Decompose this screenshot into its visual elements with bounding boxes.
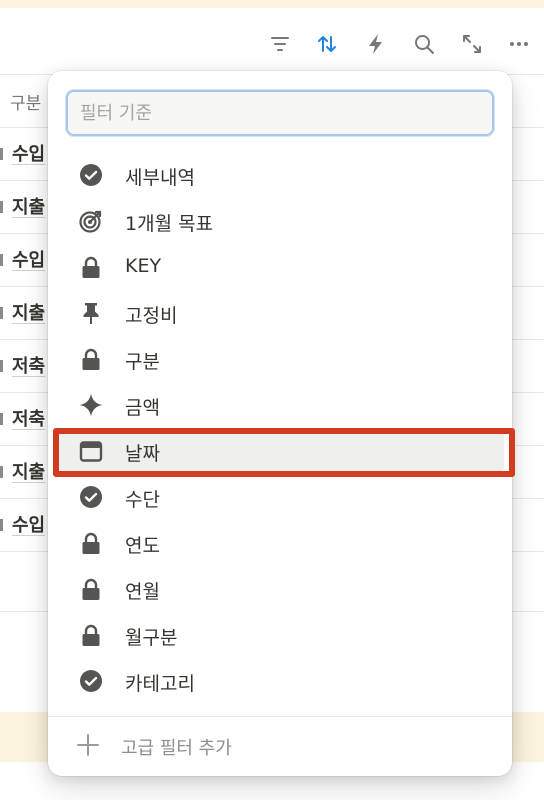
table-cell[interactable]: 수입 [12,246,45,272]
filter-option-label: 월구분 [125,627,178,649]
row-marker [0,201,3,213]
row-marker [0,466,3,478]
filter-search-input[interactable] [68,92,492,134]
filter-option-label: 고정비 [125,305,178,327]
filter-option-date[interactable]: 날짜 [56,429,504,473]
filter-option-label: 금액 [125,397,160,419]
filter-option-year[interactable]: 연도 [56,521,504,565]
lock-icon [78,530,104,556]
filter-option-label: 수단 [125,489,160,511]
filter-option-label: 구분 [125,351,160,373]
lock-icon [78,576,104,602]
column-header-category[interactable]: 구분 [10,89,41,114]
table-cell[interactable]: 지출 [12,299,45,325]
check-circle-icon [78,668,104,694]
filter-option-label: KEY [125,255,162,277]
automation-icon[interactable] [362,30,390,58]
filter-search-box[interactable] [66,90,494,136]
row-marker [0,413,3,425]
more-icon[interactable] [505,30,533,58]
row-marker [0,519,3,531]
add-advanced-filter-button[interactable]: 고급 필터 추가 [56,722,504,768]
lock-icon [78,254,104,280]
search-icon[interactable] [410,30,438,58]
filter-option-label: 연도 [125,535,160,557]
table-cell[interactable]: 저축 [12,405,45,431]
menu-divider [48,716,512,717]
row-marker [0,360,3,372]
row-marker [0,307,3,319]
table-cell[interactable]: 지출 [12,458,45,484]
pin-icon [78,300,104,326]
filter-option-label: 세부내역 [125,167,195,189]
filter-option-label: 날짜 [125,443,160,465]
calendar-icon [78,438,104,464]
sort-icon[interactable] [313,30,341,58]
plus-icon [76,733,100,757]
sparkle-icon [78,392,104,418]
table-cell[interactable]: 지출 [12,193,45,219]
filter-option-fixed-cost[interactable]: 고정비 [56,291,504,335]
database-toolbar [0,8,544,74]
filter-option-monthly-goal[interactable]: 1개월 목표 [56,199,504,243]
row-marker [0,148,3,160]
table-cell[interactable]: 수입 [12,511,45,537]
check-circle-icon [78,484,104,510]
filter-option-year-month[interactable]: 연월 [56,567,504,611]
filter-icon[interactable] [266,30,294,58]
add-advanced-filter-label: 고급 필터 추가 [121,738,232,759]
row-marker [0,254,3,266]
filter-option-label: 카테고리 [125,673,195,695]
filter-option-label: 연월 [125,581,160,603]
target-icon [78,208,104,234]
filter-option-classification[interactable]: 카테고리 [56,659,504,703]
filter-option-label: 1개월 목표 [125,213,214,235]
lock-icon [78,622,104,648]
page-top-banner [0,0,544,8]
filter-option-month-category[interactable]: 월구분 [56,613,504,657]
filter-property-menu: 세부내역 1개월 목표 KEY 고정비 구분 금액 날짜 수단 연도 연월 월구… [48,71,512,776]
filter-option-details[interactable]: 세부내역 [56,153,504,197]
expand-icon[interactable] [458,30,486,58]
filter-option-key[interactable]: KEY [56,245,504,289]
filter-option-category[interactable]: 구분 [56,337,504,381]
check-circle-icon [78,162,104,188]
table-cell[interactable]: 저축 [12,352,45,378]
table-cell[interactable]: 수입 [12,140,45,166]
filter-option-method[interactable]: 수단 [56,475,504,519]
lock-icon [78,346,104,372]
filter-option-amount[interactable]: 금액 [56,383,504,427]
